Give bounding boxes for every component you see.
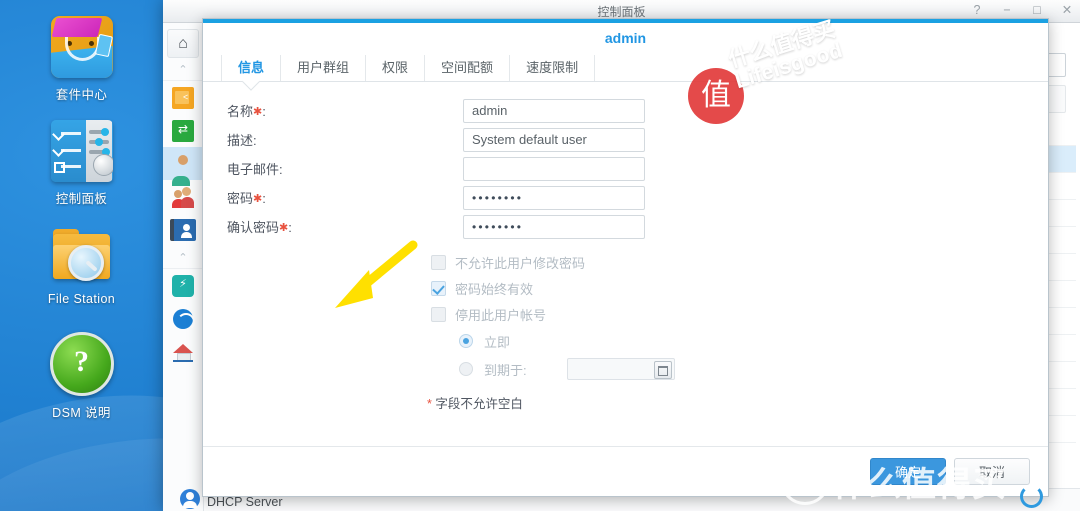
field-row-email: 电子邮件: [203,154,1048,183]
minimize-icon[interactable]: − [1000,2,1014,18]
field-row-confirm-password: 确认密码✱: [203,212,1048,241]
field-row-password: 密码✱: [203,183,1048,212]
shared-folder-icon: < [172,86,194,109]
control-panel-icon [50,120,113,182]
cancel-button[interactable]: 取消 [954,458,1030,485]
sidebar-item-network[interactable] [163,335,203,368]
radio-label: 立即 [484,334,511,350]
window-controls: ? − □ ✕ [970,2,1074,18]
sidebar-item-file-services[interactable] [163,114,203,147]
dialog-footer: 确定 取消 [203,446,1048,496]
tab-permissions[interactable]: 权限 [366,55,426,81]
field-label: 密码✱: [227,191,266,206]
control-panel-nav: ⌂ ⌃ < ⌃ [163,23,204,511]
maximize-icon[interactable]: □ [1030,2,1044,18]
close-icon[interactable]: ✕ [1060,2,1074,18]
chevron-up-icon: ⌃ [178,63,188,76]
domain-ldap-icon [170,218,196,241]
user-icon [172,153,194,186]
sidebar-item-external-access[interactable] [163,302,203,335]
radio-row-expires-on[interactable]: 到期于: [203,355,1048,383]
desktop-icon-label: DSM 说明 [52,406,111,420]
globe-icon [173,308,195,331]
dialog-content: 名称✱: 描述: 电子邮件: 密码✱: 确认密码✱: 不允许此用户修改密码 密码… [203,82,1048,451]
checkbox-row-disable-account[interactable]: 停用此用户帐号 [203,301,1048,327]
checkbox[interactable] [431,254,446,270]
expiry-date-input[interactable] [566,358,675,380]
desktop-icon-list: 套件中心 控制面板 File Station ? DSM 说明 [0,0,163,511]
help-icon[interactable]: ? [970,2,984,18]
desktop-icon-label: 控制面板 [55,192,108,206]
status-label: DHCP Server [207,495,283,509]
dhcp-server-icon [179,488,201,510]
field-label: 名称✱: [227,104,266,119]
chevron-up-icon: ⌃ [178,251,188,264]
radio-row-immediately[interactable]: 立即 [203,327,1048,355]
file-station-icon [51,224,113,286]
dialog-title: admin [203,23,1048,53]
desktop-icon-package-center[interactable]: 套件中心 [0,16,163,103]
description-input[interactable] [463,127,645,152]
required-footnote-text: 字段不允许空白 [435,397,523,411]
package-center-icon [50,16,113,78]
desktop-icon-file-station[interactable]: File Station [0,224,163,306]
group-icon [172,186,194,208]
tab-info[interactable]: 信息 [221,55,282,81]
desktop-icon-label: 套件中心 [55,88,108,102]
calendar-icon[interactable] [653,361,672,379]
name-input[interactable] [463,98,645,123]
home-icon: ⌂ [178,34,188,52]
required-star: * [427,397,432,411]
nav-collapse-1[interactable]: ⌃ [163,58,203,81]
field-row-name: 名称✱: [203,96,1048,125]
required-footnote: * 字段不允许空白 [203,393,1048,412]
ok-button[interactable]: 确定 [870,458,946,485]
tab-user-groups[interactable]: 用户群组 [281,55,367,81]
sidebar-item-home[interactable]: ⌂ [167,29,199,58]
confirm-password-input[interactable] [463,214,645,239]
dsm-help-icon: ? [49,332,114,396]
tab-quota[interactable]: 空间配额 [425,55,511,81]
field-label: 电子邮件: [227,162,283,177]
field-label: 确认密码✱: [227,220,292,235]
checkbox[interactable] [431,280,446,296]
checkbox-label: 密码始终有效 [455,281,534,297]
sidebar-item-domain-ldap[interactable] [163,213,203,246]
quickconnect-icon [172,274,194,297]
sidebar-item-group[interactable] [163,180,203,213]
sidebar-item-quickconnect[interactable] [163,269,203,302]
radio-button[interactable] [459,334,473,348]
sidebar-item-shared-folder[interactable]: < [163,81,203,114]
password-input[interactable] [463,185,645,210]
radio-label: 到期于: [484,362,527,378]
nav-collapse-2[interactable]: ⌃ [163,246,203,269]
checkbox-label: 停用此用户帐号 [455,307,547,323]
field-label: 描述: [227,133,257,148]
field-row-description: 描述: [203,125,1048,154]
radio-button[interactable] [459,362,473,376]
checkbox-row-disallow-password-change[interactable]: 不允许此用户修改密码 [203,249,1048,275]
user-edit-dialog: admin 信息 用户群组 权限 空间配额 速度限制 名称✱: 描述: 电子邮件… [202,18,1049,497]
tab-speed-limit[interactable]: 速度限制 [510,55,596,81]
desktop-icon-control-panel[interactable]: 控制面板 [0,120,163,207]
checkbox[interactable] [431,306,446,322]
sidebar-item-user[interactable] [163,147,203,186]
desktop-icon-label: File Station [47,292,116,306]
file-services-icon [172,119,194,142]
checkbox-label: 不允许此用户修改密码 [455,255,586,271]
desktop-icon-dsm-help[interactable]: ? DSM 说明 [0,330,163,421]
email-input[interactable] [463,156,645,181]
dialog-tabs: 信息 用户群组 权限 空间配额 速度限制 [203,53,1048,82]
checkbox-row-password-never-expires[interactable]: 密码始终有效 [203,275,1048,301]
network-home-icon [172,341,194,363]
